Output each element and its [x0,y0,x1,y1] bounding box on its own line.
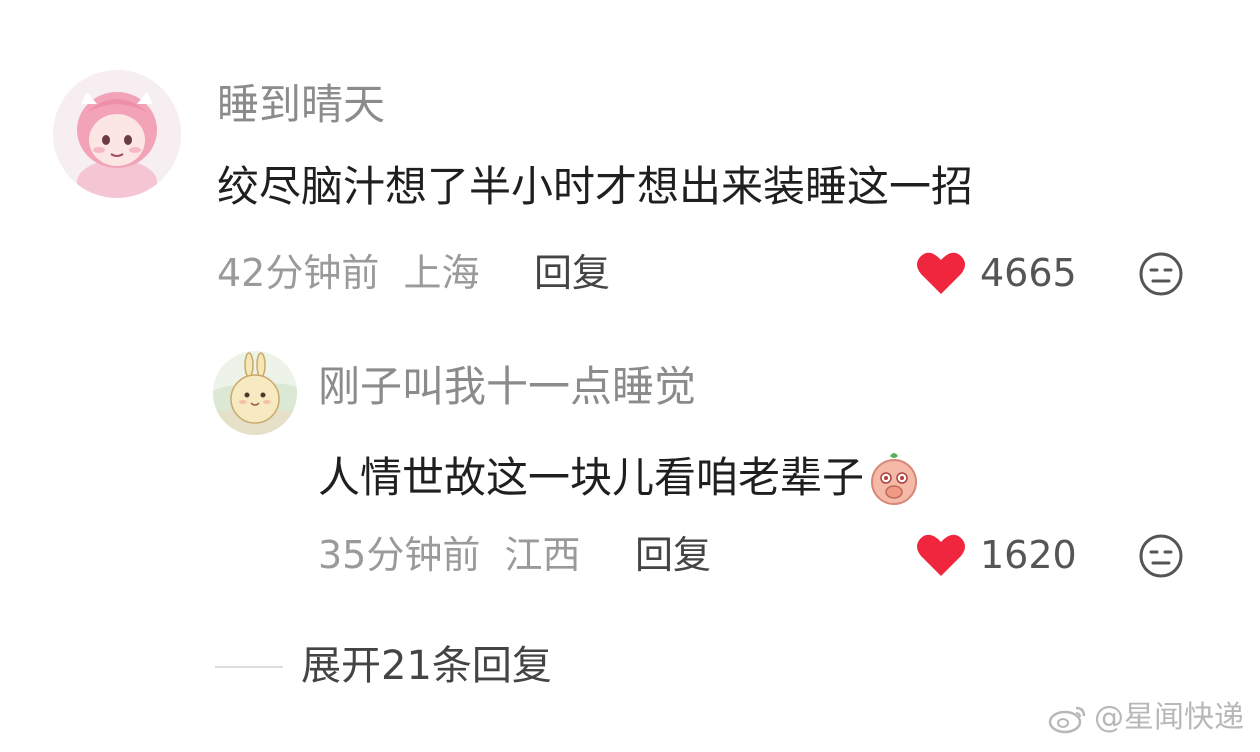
weibo-logo-icon [1048,706,1086,734]
reply-dislike-button[interactable] [1137,532,1185,580]
reply-location: 江西 [504,533,581,577]
main-comment-dislike-button[interactable] [1137,250,1185,298]
reply-meta: 35分钟前 江西 [318,536,580,574]
main-comment-reply-button[interactable]: 回复 [534,254,610,292]
avatar-reply[interactable] [213,351,297,435]
dislike-face-icon [1139,252,1183,296]
heart-icon [917,252,965,294]
watermark: @星闻快递 [1048,702,1244,734]
main-comment-username[interactable]: 睡到晴天 [217,84,385,126]
avatar-main-comment[interactable] [53,70,181,198]
watermark-text: @星闻快递 [1094,700,1244,735]
expand-replies-button[interactable]: 展开21条回复 [301,646,552,686]
reply-text-container: 人情世故这一块儿看咱老辈子 [318,450,920,506]
reply-text: 人情世故这一块儿看咱老辈子 [318,453,865,502]
peach-shy-emoji-icon [871,453,918,505]
reply-time: 35分钟前 [318,533,481,577]
heart-icon [917,534,965,576]
expand-divider [215,666,283,668]
reply-like-count: 1620 [980,533,1077,577]
main-comment-like-count: 4665 [980,251,1077,295]
dislike-face-icon [1139,534,1183,578]
anime-girl-avatar-icon [53,70,181,198]
main-comment-text: 绞尽脑汁想了半小时才想出来装睡这一招 [217,162,974,211]
reply-reply-button[interactable]: 回复 [635,536,711,574]
reply-like-button[interactable]: 1620 [916,532,1077,578]
reply-username[interactable]: 刚子叫我十一点睡觉 [318,366,696,408]
main-comment-like-button[interactable]: 4665 [916,250,1077,296]
main-comment-time: 42分钟前 [217,251,380,295]
bunny-avatar-icon [213,351,297,435]
main-comment-meta: 42分钟前 上海 [217,254,479,292]
main-comment-location: 上海 [403,251,480,295]
